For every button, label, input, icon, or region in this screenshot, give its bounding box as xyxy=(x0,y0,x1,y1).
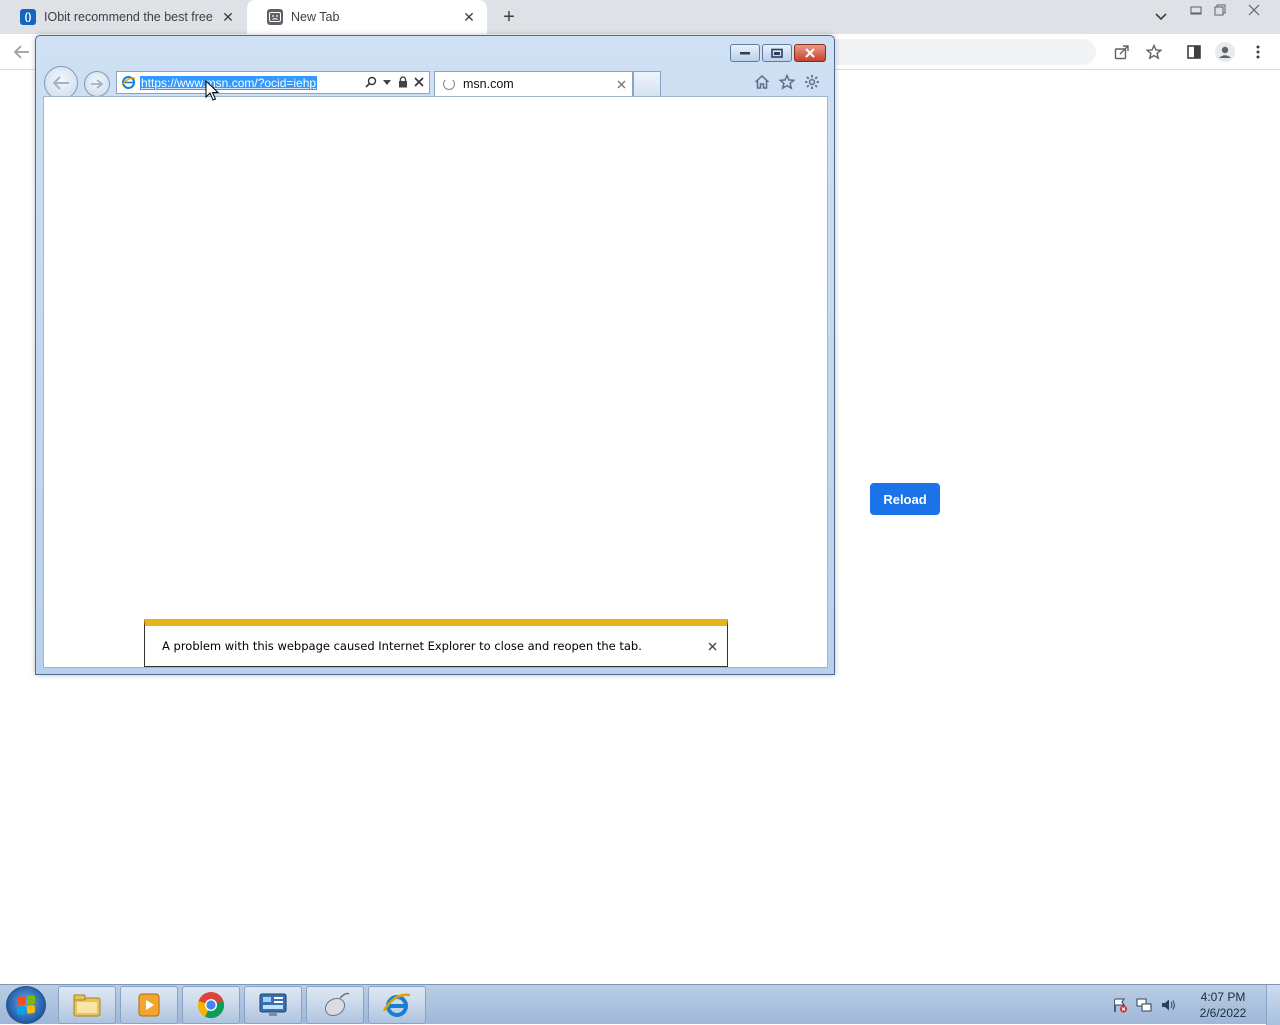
ie-caption-buttons xyxy=(728,44,826,62)
dropdown-icon[interactable] xyxy=(379,74,395,90)
internet-explorer-icon[interactable] xyxy=(368,986,426,1024)
chrome-tab-iobit[interactable]: () IObit recommend the best free, f ✕ xyxy=(0,0,246,34)
system-tray: 4:07 PM 2/6/2022 xyxy=(1108,985,1280,1025)
chrome-tab-new-tab[interactable]: New Tab ✕ xyxy=(247,0,487,34)
show-desktop-button[interactable] xyxy=(1266,985,1280,1025)
more-menu-icon[interactable] xyxy=(1248,42,1268,62)
home-icon[interactable] xyxy=(752,72,772,92)
internet-explorer-window: https://www.msn.com/?ocid=iehp msn.com A… xyxy=(35,35,835,675)
ie-restore-icon[interactable] xyxy=(762,44,792,62)
chrome-tabstrip: () IObit recommend the best free, f ✕ Ne… xyxy=(0,0,1280,34)
start-button[interactable] xyxy=(6,986,46,1024)
loading-spinner-icon xyxy=(443,78,455,90)
bookmark-star-icon[interactable] xyxy=(1144,42,1164,62)
restore-icon[interactable] xyxy=(1208,2,1232,18)
lock-icon[interactable] xyxy=(395,74,411,90)
back-arrow-icon[interactable] xyxy=(12,42,32,62)
ie-tab-close-icon[interactable] xyxy=(614,77,628,91)
ie-page-icon xyxy=(120,75,136,91)
sad-tab-icon xyxy=(267,9,283,25)
mouse-cursor-icon xyxy=(205,79,220,102)
network-icon[interactable] xyxy=(1135,996,1153,1014)
profile-avatar-icon[interactable] xyxy=(1215,42,1235,62)
media-player-icon[interactable] xyxy=(120,986,178,1024)
ie-page-content: A problem with this webpage caused Inter… xyxy=(43,96,828,668)
omnibox[interactable] xyxy=(836,39,1096,65)
reload-button[interactable]: Reload xyxy=(870,483,940,515)
notification-message: A problem with this webpage caused Inter… xyxy=(162,639,642,653)
ie-address-bar[interactable]: https://www.msn.com/?ocid=iehp xyxy=(116,71,430,94)
action-center-flag-icon[interactable] xyxy=(1111,996,1129,1014)
tab-title: IObit recommend the best free, f xyxy=(44,10,214,24)
search-icon[interactable] xyxy=(363,74,379,90)
share-icon[interactable] xyxy=(1112,42,1132,62)
windows-taskbar: 4:07 PM 2/6/2022 xyxy=(0,984,1280,1025)
ie-address-actions xyxy=(363,74,427,90)
tab-search-icon[interactable] xyxy=(1152,8,1170,26)
ie-url-text[interactable]: https://www.msn.com/?ocid=iehp xyxy=(140,75,318,90)
minimize-icon[interactable] xyxy=(1184,2,1208,18)
ie-new-tab-button[interactable] xyxy=(633,71,661,96)
mouse-icon[interactable] xyxy=(306,986,364,1024)
ie-close-icon[interactable] xyxy=(794,44,826,62)
ie-notification-bar: A problem with this webpage caused Inter… xyxy=(144,619,728,667)
windows-logo-icon xyxy=(17,995,35,1015)
file-explorer-icon[interactable] xyxy=(58,986,116,1024)
clock-date: 2/6/2022 xyxy=(1199,1006,1247,1020)
ie-forward-button[interactable] xyxy=(84,71,110,97)
chrome-icon[interactable] xyxy=(182,986,240,1024)
new-tab-button[interactable]: + xyxy=(498,6,520,28)
clock-time: 4:07 PM xyxy=(1200,990,1246,1004)
favorites-star-icon[interactable] xyxy=(777,72,797,92)
volume-icon[interactable] xyxy=(1159,996,1177,1014)
ie-tab-title: msn.com xyxy=(463,77,514,91)
ie-back-button[interactable] xyxy=(44,66,78,100)
close-window-icon[interactable] xyxy=(1242,2,1266,18)
ie-tab-msn[interactable]: msn.com xyxy=(434,71,633,96)
ie-minimize-icon[interactable] xyxy=(730,44,760,62)
iobit-icon: () xyxy=(20,9,36,25)
tab-title: New Tab xyxy=(291,10,340,24)
clock[interactable]: 4:07 PM 2/6/2022 xyxy=(1186,989,1260,1021)
control-panel-icon[interactable] xyxy=(244,986,302,1024)
stop-icon[interactable] xyxy=(411,74,427,90)
close-tab-icon[interactable]: ✕ xyxy=(461,9,477,25)
notification-close-icon[interactable] xyxy=(705,639,719,653)
side-panel-icon[interactable] xyxy=(1184,42,1204,62)
close-tab-icon[interactable]: ✕ xyxy=(220,9,236,25)
settings-gear-icon[interactable] xyxy=(802,72,822,92)
